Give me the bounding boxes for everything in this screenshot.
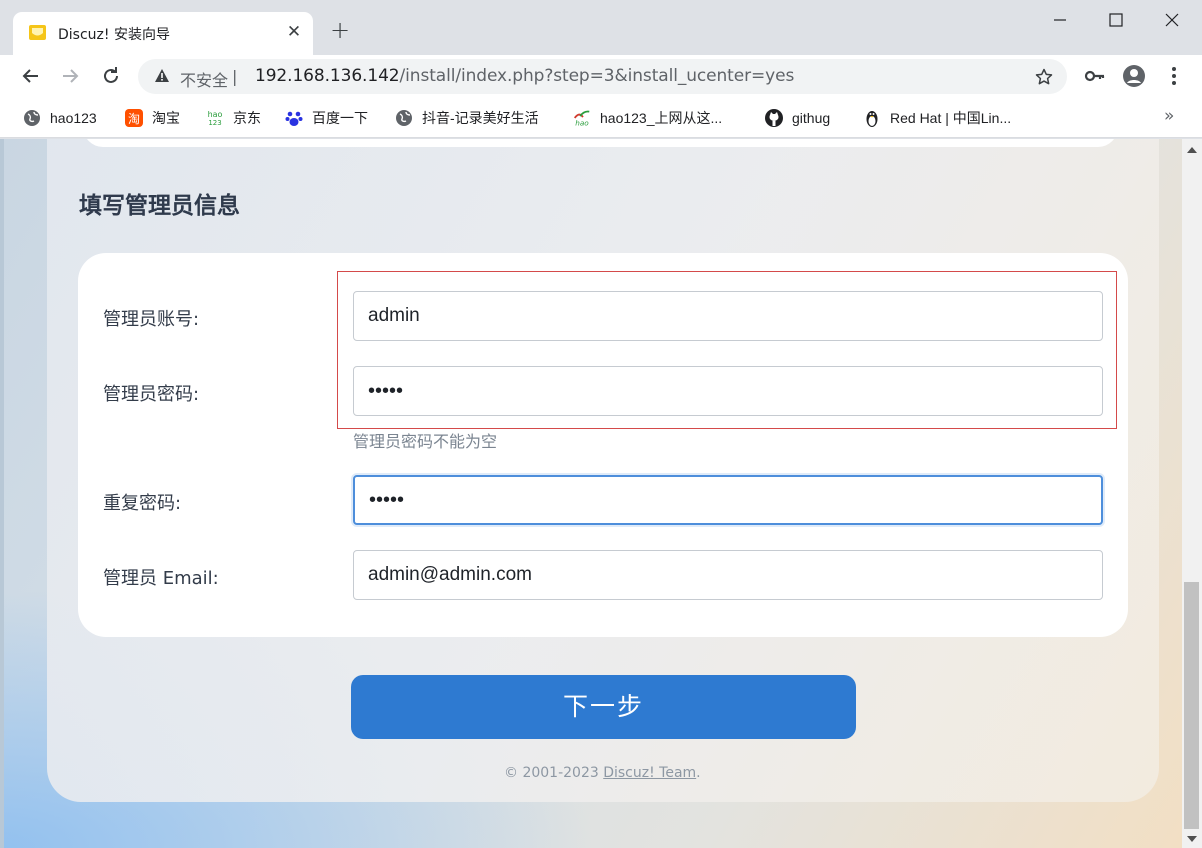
bookmark-taobao[interactable]: 淘 淘宝: [124, 107, 180, 129]
taobao-icon: 淘: [124, 108, 144, 128]
forward-arrow-icon: [63, 69, 79, 83]
svg-text:hao: hao: [575, 118, 589, 127]
window-close-icon: [1165, 13, 1179, 27]
bookmark-label: 京东: [233, 110, 261, 126]
bookmark-redhat[interactable]: Red Hat | 中国Lin...: [862, 107, 1011, 129]
password-hint: 管理员密码不能为空: [353, 432, 498, 451]
bookmark-label: githug: [792, 110, 831, 126]
bookmark-douyin[interactable]: 抖音-记录美好生活: [394, 107, 539, 129]
repeat-password-input[interactable]: •••••: [353, 475, 1103, 525]
svg-text:123: 123: [208, 119, 221, 127]
penguin-icon: [862, 108, 882, 128]
annotation-highlight-box: [337, 271, 1117, 429]
address-bar[interactable]: 不安全 | 192.168.136.142/install/index.php?…: [138, 59, 1067, 94]
globe-icon: [394, 108, 414, 128]
admin-password-label: 管理员密码:: [103, 384, 200, 405]
bookmarks-bar: hao123 淘 淘宝 hao 123 京东 百度一下 抖音-记录美好生活 hao…: [0, 98, 1202, 138]
svg-text:淘: 淘: [128, 112, 140, 126]
new-tab-button[interactable]: +: [328, 18, 352, 42]
bookmark-label: Red Hat | 中国Lin...: [890, 110, 1012, 126]
minimize-button[interactable]: [1046, 6, 1074, 34]
admin-email-label: 管理员 Email:: [103, 568, 219, 589]
scrollbar-thumb[interactable]: [1184, 582, 1199, 829]
left-edge: [0, 139, 4, 848]
back-arrow-icon: [22, 69, 38, 83]
security-label[interactable]: 不安全: [180, 67, 228, 91]
tab-title: Discuz! 安装向导: [58, 27, 170, 43]
baidu-paw-icon: [284, 108, 304, 128]
url-host: 192.168.136.142: [255, 66, 400, 86]
url-path: /install/index.php?step=3&install_ucente…: [399, 66, 795, 86]
window-close-button[interactable]: [1158, 6, 1186, 34]
profile-avatar-icon[interactable]: [1122, 64, 1146, 88]
browser-tab[interactable]: Discuz! 安装向导 ✕: [13, 12, 313, 55]
admin-email-input[interactable]: admin@admin.com: [353, 550, 1103, 600]
hao123-icon: hao: [572, 108, 592, 128]
admin-account-label: 管理员账号:: [103, 309, 200, 330]
password-key-icon[interactable]: [1083, 64, 1107, 88]
bookmark-star-icon[interactable]: [1034, 67, 1054, 87]
bookmark-baidu[interactable]: 百度一下: [284, 107, 368, 129]
bookmark-hao123-home[interactable]: hao hao123_上网从这...: [572, 107, 722, 129]
footer-discuz-link[interactable]: Discuz! Team: [603, 765, 696, 781]
vertical-scrollbar[interactable]: [1182, 139, 1202, 848]
more-bookmarks-button[interactable]: »: [1164, 106, 1174, 126]
tab-close-icon[interactable]: ✕: [285, 22, 303, 42]
scroll-up-arrow-icon[interactable]: [1187, 147, 1197, 153]
github-icon: [764, 108, 784, 128]
minimize-icon: [1054, 19, 1066, 21]
footer: © 2001-2023 Discuz! Team.: [504, 765, 701, 781]
bookmark-hao123[interactable]: hao123: [22, 107, 97, 129]
page-viewport: 填写管理员信息 管理员账号: admin 管理员密码: ••••• 管理员密码不…: [0, 139, 1182, 848]
scroll-down-arrow-icon[interactable]: [1187, 836, 1197, 842]
bookmark-github[interactable]: githug: [764, 107, 830, 129]
warning-triangle-icon[interactable]: [154, 68, 170, 84]
repeat-password-label: 重复密码:: [103, 493, 182, 514]
previous-section-bottom: [83, 139, 1118, 147]
svg-text:hao: hao: [208, 110, 223, 119]
bookmark-label: 抖音-记录美好生活: [422, 110, 539, 126]
reload-button[interactable]: [99, 64, 123, 88]
hao123-icon: hao 123: [205, 108, 225, 128]
footer-copyright: © 2001-2023: [504, 765, 604, 781]
discuz-favicon-icon: [28, 24, 47, 41]
globe-icon: [22, 108, 42, 128]
forward-button[interactable]: [58, 64, 82, 88]
bookmark-jd[interactable]: hao 123 京东: [205, 107, 261, 129]
bookmark-label: 百度一下: [312, 110, 368, 126]
bookmark-label: 淘宝: [152, 110, 180, 126]
tab-strip: Discuz! 安装向导 ✕ +: [0, 0, 1202, 55]
next-step-button[interactable]: 下一步: [351, 675, 856, 739]
maximize-button[interactable]: [1102, 6, 1130, 34]
reload-icon: [104, 67, 118, 83]
more-menu-icon[interactable]: [1162, 64, 1186, 88]
bookmark-label: hao123: [50, 110, 97, 126]
browser-toolbar: 不安全 | 192.168.136.142/install/index.php?…: [0, 55, 1202, 98]
omnibox-separator: |: [232, 67, 238, 86]
back-button[interactable]: [19, 64, 43, 88]
bookmark-label: hao123_上网从这...: [600, 110, 723, 126]
url-text[interactable]: 192.168.136.142/install/index.php?step=3…: [255, 66, 794, 86]
section-title: 填写管理员信息: [79, 193, 240, 219]
maximize-icon: [1109, 13, 1123, 27]
footer-suffix: .: [696, 765, 701, 781]
